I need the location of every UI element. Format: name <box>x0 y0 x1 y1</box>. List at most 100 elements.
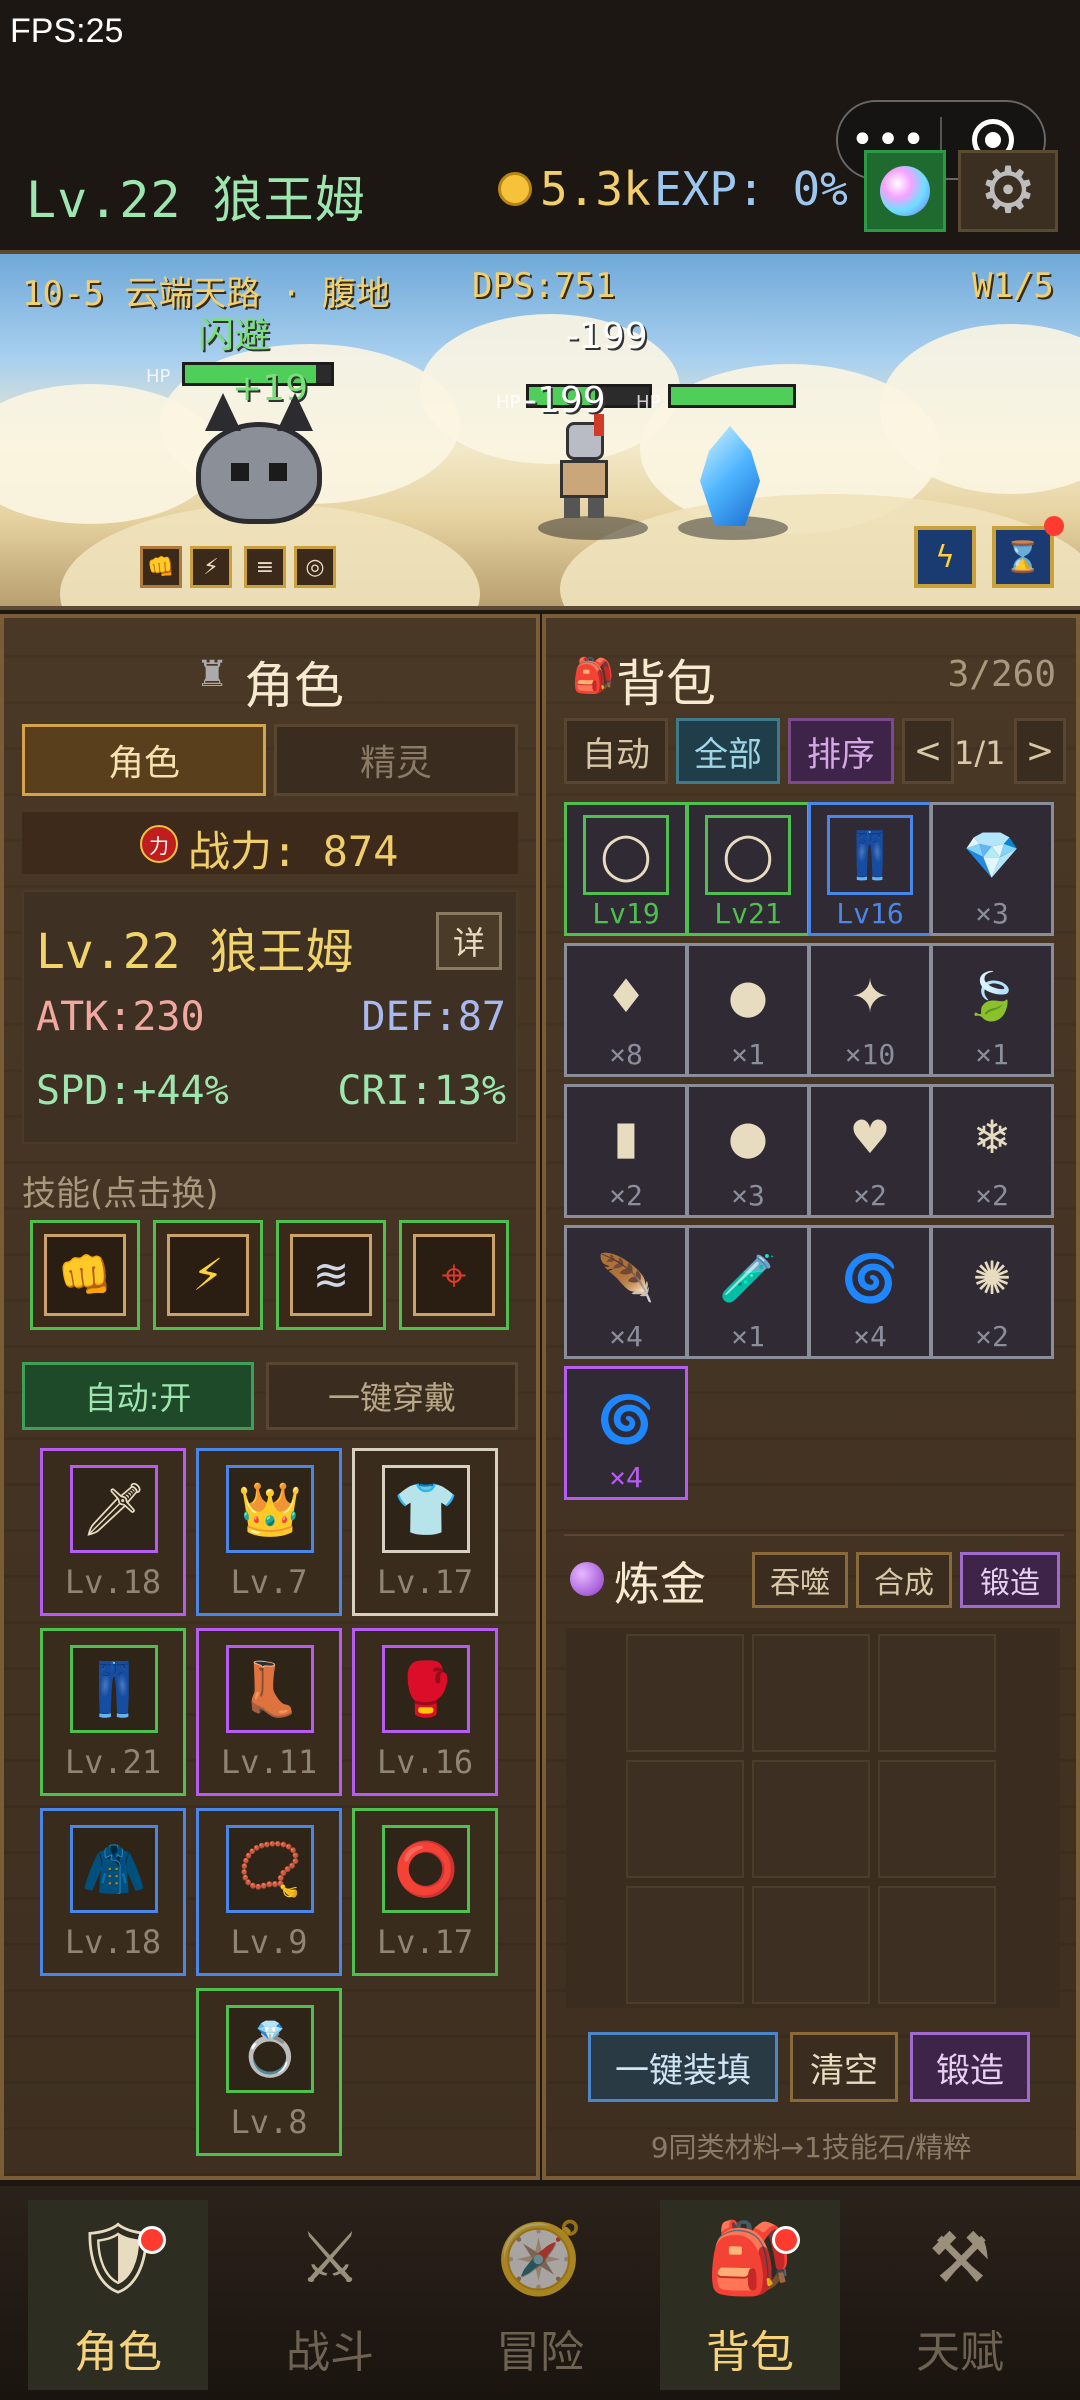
bag-item-slot[interactable]: ● ×1 <box>686 943 810 1077</box>
nav-battle[interactable]: ⚔ 战斗 <box>240 2200 420 2390</box>
alchemy-slot[interactable] <box>626 1760 744 1878</box>
bag-item-slot[interactable]: ◯ Lv19 <box>564 802 688 936</box>
bag-item-slot[interactable]: 🌀 ×4 <box>808 1225 932 1359</box>
bag-item-slot[interactable]: ♦ ×8 <box>564 943 688 1077</box>
equipment-slot[interactable]: ⭕ Lv.17 <box>352 1808 498 1976</box>
alchemy-slot[interactable] <box>878 1634 996 1752</box>
fist-buff-icon: 👊 <box>140 546 182 588</box>
equipment-slot[interactable]: 👑 Lv.7 <box>196 1448 342 1616</box>
dps-readout: DPS:751 <box>472 266 616 306</box>
alchemy-slot[interactable] <box>752 1886 870 2004</box>
bottom-nav: 🛡 角色 ⚔ 战斗 🧭 冒险 🎒 背包 ⚒ 天赋 <box>0 2186 1080 2400</box>
auto-skill-button[interactable]: ϟ <box>914 526 976 588</box>
clear-button[interactable]: 清空 <box>790 2032 898 2102</box>
damage-text-1: -199 <box>566 316 648 357</box>
target-buff-icon: ◎ <box>294 546 336 588</box>
bag-filter-all[interactable]: 全部 <box>676 718 780 784</box>
bag-item-slot[interactable]: ✺ ×2 <box>930 1225 1054 1359</box>
dust-icon: ✺ <box>972 1251 1012 1305</box>
skill-slot-2[interactable]: ⚡ <box>153 1220 263 1330</box>
skill-slot-1[interactable]: 👊 <box>30 1220 140 1330</box>
dash-buff-icon: ≡ <box>244 546 286 588</box>
bag-item-label: ×3 <box>975 897 1009 930</box>
alchemy-slot[interactable] <box>878 1760 996 1878</box>
bag-item-slot[interactable]: 🍃 ×1 <box>930 943 1054 1077</box>
alchemy-slot[interactable] <box>626 1634 744 1752</box>
next-page-button[interactable]: > <box>1014 718 1066 784</box>
bag-item-slot[interactable]: 🌀 ×4 <box>564 1366 688 1500</box>
skill-slot-3[interactable]: ≋ <box>276 1220 386 1330</box>
bag-item-slot[interactable]: 👖 Lv16 <box>808 802 932 936</box>
ring-icon: ◯ <box>705 815 791 895</box>
alchemy-slot[interactable] <box>878 1886 996 2004</box>
wave-counter: W1/5 <box>972 266 1054 306</box>
detail-button[interactable]: 详 <box>436 912 502 970</box>
purple-crystal-icon: ✦ <box>850 969 890 1023</box>
notification-dot <box>1044 516 1064 536</box>
nav-label: 背包 <box>706 2327 794 2378</box>
equipment-slot[interactable]: 👖 Lv.21 <box>40 1628 186 1796</box>
bag-sort-button[interactable]: 排序 <box>788 718 894 784</box>
rune-icon: ▮ <box>613 1110 639 1164</box>
bag-item-slot[interactable]: 🧪 ×1 <box>686 1225 810 1359</box>
equipment-slot[interactable]: 🧥 Lv.18 <box>40 1808 186 1976</box>
hourglass-icon: ⌛ <box>1004 539 1042 575</box>
nav-bag[interactable]: 🎒 背包 <box>660 2200 840 2390</box>
equipment-slot[interactable]: 📿 Lv.9 <box>196 1808 342 1976</box>
compass-icon: 🧭 <box>496 2216 584 2299</box>
equipment-level: Lv.7 <box>230 1563 308 1601</box>
bag-item-slot[interactable]: ❄ ×2 <box>930 1084 1054 1218</box>
equip-all-button[interactable]: 一键穿戴 <box>266 1362 518 1430</box>
bag-item-label: ×2 <box>975 1179 1009 1212</box>
red-swirl-icon: 🌀 <box>597 1391 655 1446</box>
bracelet-icon: ⭕ <box>382 1825 470 1913</box>
equipment-level: Lv.9 <box>230 1923 308 1961</box>
alchemy-hint: 9同类材料→1技能石/精粹 <box>650 2131 972 2164</box>
equipment-level: Lv.11 <box>220 1743 318 1781</box>
tab-character[interactable]: 角色 <box>22 724 266 796</box>
sword-shield-icon: ⚔ <box>298 2217 362 2299</box>
skill-slot-4[interactable]: ⌖ <box>399 1220 509 1330</box>
bag-item-slot[interactable]: 💎 ×3 <box>930 802 1054 936</box>
equipment-slot[interactable]: 👢 Lv.11 <box>196 1628 342 1796</box>
ice-shard-icon: ❄ <box>972 1110 1012 1164</box>
settings-button[interactable]: ⚙ <box>958 150 1058 232</box>
alchemy-slot[interactable] <box>752 1760 870 1878</box>
auto-fill-button[interactable]: 一键装填 <box>588 2032 778 2102</box>
bag-auto-button[interactable]: 自动 <box>564 718 668 784</box>
alchemy-slot[interactable] <box>626 1886 744 2004</box>
devour-tab[interactable]: 吞噬 <box>752 1552 848 1608</box>
alchemy-slot[interactable] <box>752 1634 870 1752</box>
bag-item-slot[interactable]: ▮ ×2 <box>564 1084 688 1218</box>
dash-icon: ≋ <box>290 1234 372 1316</box>
character-name: Lv.22 狼王姆 <box>36 924 354 980</box>
nav-character[interactable]: 🛡 角色 <box>28 2200 208 2390</box>
equipment-slot[interactable]: 🥊 Lv.16 <box>352 1628 498 1796</box>
character-title-icon: ♜ <box>196 654 229 695</box>
bag-item-slot[interactable]: ● ×3 <box>686 1084 810 1218</box>
auto-toggle[interactable]: 自动:开 <box>22 1362 254 1430</box>
rainbow-orb-button[interactable] <box>864 150 946 232</box>
tab-spirit[interactable]: 精灵 <box>274 724 518 796</box>
equipment-slot[interactable]: 👕 Lv.17 <box>352 1448 498 1616</box>
nav-label: 角色 <box>74 2327 162 2378</box>
bag-item-slot[interactable]: 🪶 ×4 <box>564 1225 688 1359</box>
equipment-slot[interactable]: 🗡 Lv.18 <box>40 1448 186 1616</box>
dodge-text: 闪避 <box>198 315 271 356</box>
bag-item-slot[interactable]: ♥ ×2 <box>808 1084 932 1218</box>
purple-orb-icon: ● <box>727 969 769 1023</box>
nav-character-badge <box>138 2226 166 2254</box>
nav-talent[interactable]: ⚒ 天赋 <box>870 2200 1050 2390</box>
combine-tab[interactable]: 合成 <box>856 1552 952 1608</box>
bag-item-label: ×8 <box>609 1038 643 1071</box>
bag-item-slot[interactable]: ✦ ×10 <box>808 943 932 1077</box>
prev-page-button[interactable]: < <box>902 718 954 784</box>
nav-adventure[interactable]: 🧭 冒险 <box>450 2200 630 2390</box>
crystal-hp-fill <box>671 387 793 405</box>
forge-tab[interactable]: 锻造 <box>960 1552 1060 1608</box>
equipment-slot[interactable]: 💍 Lv.8 <box>196 1988 342 2156</box>
player-slime-sprite <box>196 393 322 524</box>
speed-button[interactable]: ⌛ <box>992 526 1054 588</box>
forge-button[interactable]: 锻造 <box>910 2032 1030 2102</box>
bag-item-slot[interactable]: ◯ Lv21 <box>686 802 810 936</box>
